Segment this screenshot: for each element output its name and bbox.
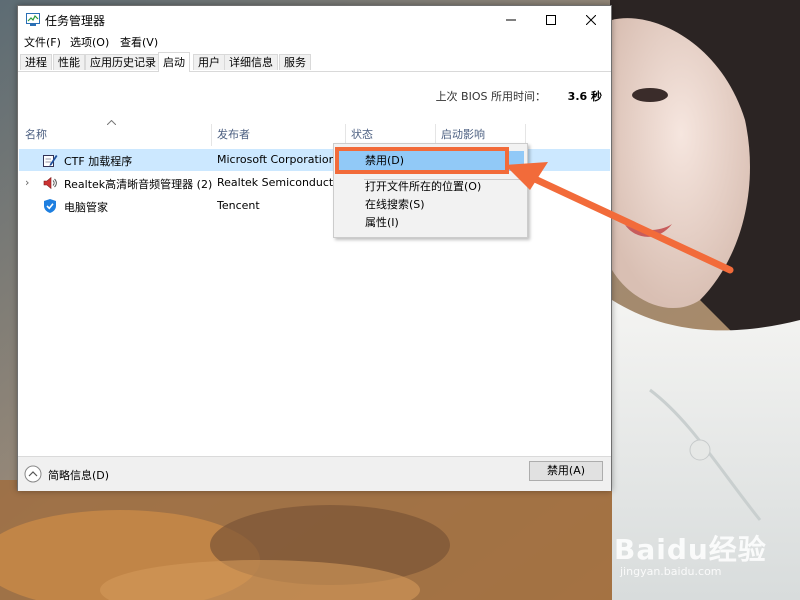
baidu-watermark: Baidu经验 [614,528,767,568]
tab-details[interactable]: 详细信息 [224,54,278,70]
menu-file[interactable]: 文件(F) [24,34,61,50]
tab-processes[interactable]: 进程 [20,54,52,70]
tab-startup[interactable]: 启动 [158,52,190,72]
row-name: CTF 加载程序 [64,155,133,168]
close-icon [586,14,596,25]
menu-options[interactable]: 选项(O) [70,34,109,50]
context-menu: 禁用(D) 打开文件所在的位置(O) 在线搜索(S) 属性(I) [333,143,528,238]
tab-users[interactable]: 用户 [193,54,225,70]
window-title: 任务管理器 [45,14,106,28]
row-publisher: Tencent [217,199,260,212]
startup-panel: 上次 BIOS 所用时间： 3.6 秒 名称 发布者 状态 启动影响 CTF 加… [19,72,610,456]
speaker-icon [43,176,57,190]
tab-bar: 进程 性能 应用历史记录 启动 用户 详细信息 服务 [18,52,611,72]
column-header-name[interactable]: 名称 [19,124,211,146]
menu-bar: 文件(F) 选项(O) 查看(V) [18,33,611,51]
tab-services[interactable]: 服务 [279,54,311,70]
column-header-publisher[interactable]: 发布者 [211,124,345,146]
shield-icon [44,199,56,213]
row-name: Realtek高清晰音频管理器 (2) [64,178,213,191]
menu-view[interactable]: 查看(V) [120,34,158,50]
watermark-url: jingyan.baidu.com [620,565,722,578]
task-manager-window: 任务管理器 文件(F) 选项(O) 查看(V) 进程 性能 应用历史记录 启动 … [17,5,612,491]
context-menu-search-online[interactable]: 在线搜索(S) [337,195,524,215]
tab-performance[interactable]: 性能 [53,54,85,70]
minimize-icon [506,19,516,20]
maximize-icon [546,14,556,25]
row-publisher: Microsoft Corporation [217,153,335,166]
tab-app-history[interactable]: 应用历史记录 [85,54,161,70]
fewer-details-link[interactable]: 简略信息(D) [48,467,109,483]
disable-button[interactable]: 禁用(A) [529,461,603,481]
task-manager-icon [26,13,40,26]
bios-time-label: 上次 BIOS 所用时间： [435,90,546,103]
context-menu-disable[interactable]: 禁用(D) [337,151,524,171]
close-button[interactable] [571,6,611,33]
title-bar[interactable]: 任务管理器 [18,6,611,33]
maximize-button[interactable] [531,6,571,33]
context-menu-properties[interactable]: 属性(I) [337,213,524,233]
row-publisher: Realtek Semiconductor [217,176,335,189]
watermark-brand: Baidu经验 [614,533,767,566]
expand-chevron-icon[interactable]: › [25,176,29,189]
collapse-chevron-icon[interactable] [24,465,42,483]
pen-icon [43,155,58,167]
bios-time-value: 3.6 秒 [567,90,602,103]
row-name: 电脑管家 [64,201,108,214]
minimize-button[interactable] [491,6,531,33]
footer-bar: 简略信息(D) 禁用(A) [18,456,611,491]
context-menu-open-location[interactable]: 打开文件所在的位置(O) [337,177,524,197]
